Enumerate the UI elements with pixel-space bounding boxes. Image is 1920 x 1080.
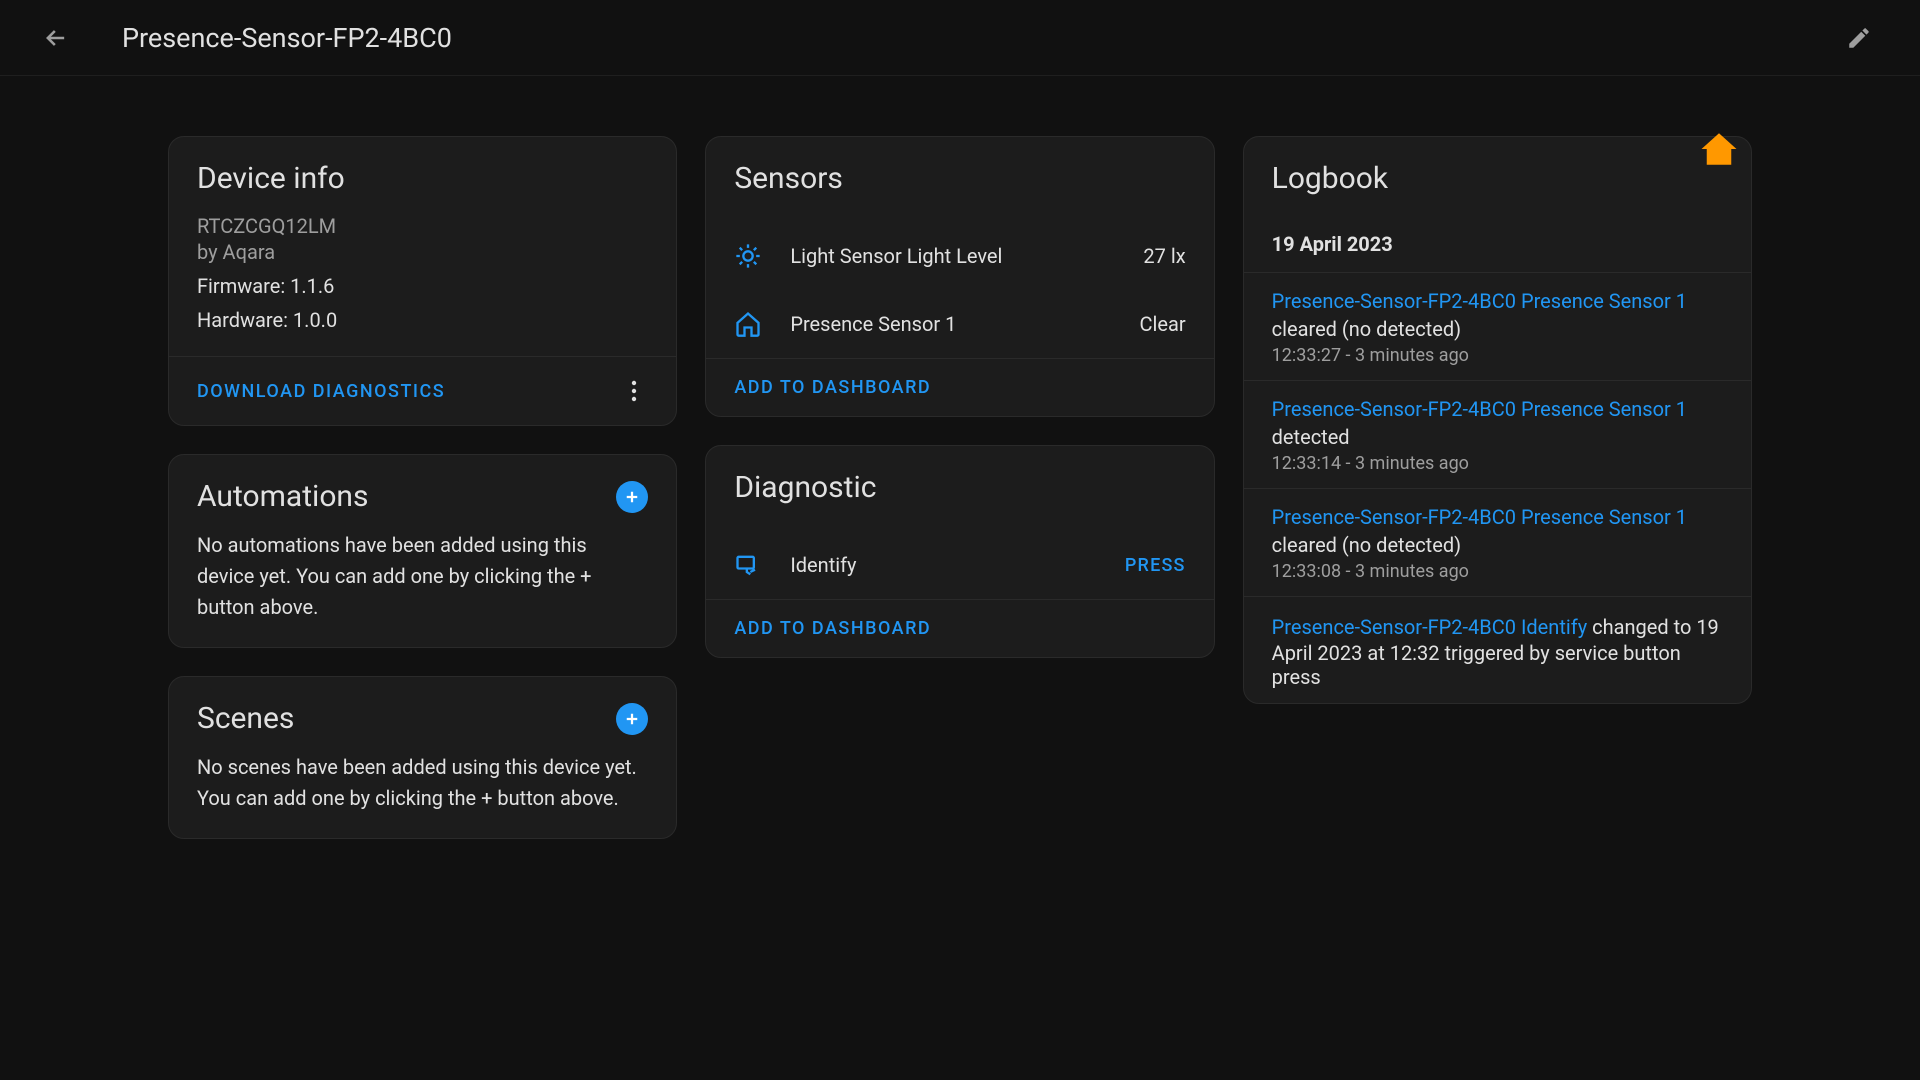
diagnostic-card: Diagnostic Identify PRESS ADD TO DASHBOA…: [705, 445, 1214, 658]
sensor-label: Light Sensor Light Level: [790, 244, 1115, 268]
add-automation-button[interactable]: [616, 481, 648, 513]
device-manufacturer: by Aqara: [197, 240, 648, 264]
log-event: cleared (no detected): [1272, 533, 1723, 557]
firmware-version: Firmware: 1.1.6: [197, 274, 648, 298]
log-entry[interactable]: Presence-Sensor-FP2-4BC0 Presence Sensor…: [1244, 380, 1751, 488]
plus-icon: [623, 488, 641, 506]
log-event: detected: [1272, 425, 1723, 449]
diagnostic-row-identify: Identify PRESS: [706, 531, 1213, 599]
log-entity-link[interactable]: Presence-Sensor-FP2-4BC0 Presence Sensor…: [1272, 395, 1723, 423]
diagnostic-title: Diagnostic: [734, 470, 1185, 505]
hardware-version: Hardware: 1.0.0: [197, 308, 648, 332]
log-time: 12:33:08 - 3 minutes ago: [1272, 561, 1723, 582]
scenes-card: Scenes No scenes have been added using t…: [168, 676, 677, 839]
log-entry[interactable]: Presence-Sensor-FP2-4BC0 Identify change…: [1244, 596, 1751, 703]
sensors-card: Sensors Light Sensor Light Level 27 lx P…: [705, 136, 1214, 417]
log-time: 12:33:27 - 3 minutes ago: [1272, 345, 1723, 366]
topbar: Presence-Sensor-FP2-4BC0: [0, 0, 1920, 76]
sensor-row-presence[interactable]: Presence Sensor 1 Clear: [706, 290, 1213, 358]
log-entity-link[interactable]: Presence-Sensor-FP2-4BC0 Presence Sensor…: [1272, 503, 1723, 531]
automations-card: Automations No automations have been add…: [168, 454, 677, 648]
log-entity-link[interactable]: Presence-Sensor-FP2-4BC0 Presence Sensor…: [1272, 287, 1723, 315]
pencil-icon: [1846, 25, 1872, 51]
more-menu-button[interactable]: [620, 375, 648, 407]
logbook-card: Logbook 19 April 2023 Presence-Sensor-FP…: [1243, 136, 1752, 704]
device-info-card: Device info RTCZCGQ12LM by Aqara Firmwar…: [168, 136, 677, 426]
automations-title: Automations: [197, 479, 368, 514]
home-outline-icon: [734, 310, 762, 338]
sensors-title: Sensors: [734, 161, 1185, 196]
home-icon[interactable]: [1698, 128, 1740, 170]
sensor-value: 27 lx: [1143, 244, 1185, 268]
sensor-label: Presence Sensor 1: [790, 312, 1111, 336]
add-diagnostic-dashboard-button[interactable]: ADD TO DASHBOARD: [734, 618, 931, 639]
identify-label: Identify: [790, 553, 1097, 577]
dots-vertical-icon: [630, 379, 638, 403]
device-info-title: Device info: [197, 161, 648, 196]
download-diagnostics-button[interactable]: DOWNLOAD DIAGNOSTICS: [197, 381, 445, 402]
logbook-title: Logbook: [1272, 161, 1723, 196]
device-model: RTCZCGQ12LM: [197, 214, 648, 238]
plus-icon: [623, 710, 641, 728]
log-entry[interactable]: Presence-Sensor-FP2-4BC0 Presence Sensor…: [1244, 488, 1751, 596]
back-button[interactable]: [40, 22, 72, 54]
logbook-scroll[interactable]: 19 April 2023 Presence-Sensor-FP2-4BC0 P…: [1244, 232, 1751, 703]
automations-empty-text: No automations have been added using thi…: [197, 530, 648, 623]
log-event: Presence-Sensor-FP2-4BC0 Identify change…: [1272, 613, 1723, 689]
log-entity-link[interactable]: Presence-Sensor-FP2-4BC0 Identify: [1272, 615, 1588, 639]
logbook-date: 19 April 2023: [1244, 232, 1751, 272]
sensor-value: Clear: [1140, 312, 1186, 336]
log-entry[interactable]: Presence-Sensor-FP2-4BC0 Presence Sensor…: [1244, 272, 1751, 380]
scenes-empty-text: No scenes have been added using this dev…: [197, 752, 648, 814]
brightness-icon: [734, 242, 762, 270]
scenes-title: Scenes: [197, 701, 294, 736]
arrow-left-icon: [42, 24, 70, 52]
sensor-row-light[interactable]: Light Sensor Light Level 27 lx: [706, 222, 1213, 290]
add-sensors-dashboard-button[interactable]: ADD TO DASHBOARD: [734, 377, 931, 398]
page-title: Presence-Sensor-FP2-4BC0: [122, 22, 452, 54]
edit-button[interactable]: [1838, 17, 1880, 59]
identify-press-button[interactable]: PRESS: [1125, 555, 1186, 576]
add-scene-button[interactable]: [616, 703, 648, 735]
log-time: 12:33:14 - 3 minutes ago: [1272, 453, 1723, 474]
identify-icon: [734, 551, 762, 579]
log-event: cleared (no detected): [1272, 317, 1723, 341]
